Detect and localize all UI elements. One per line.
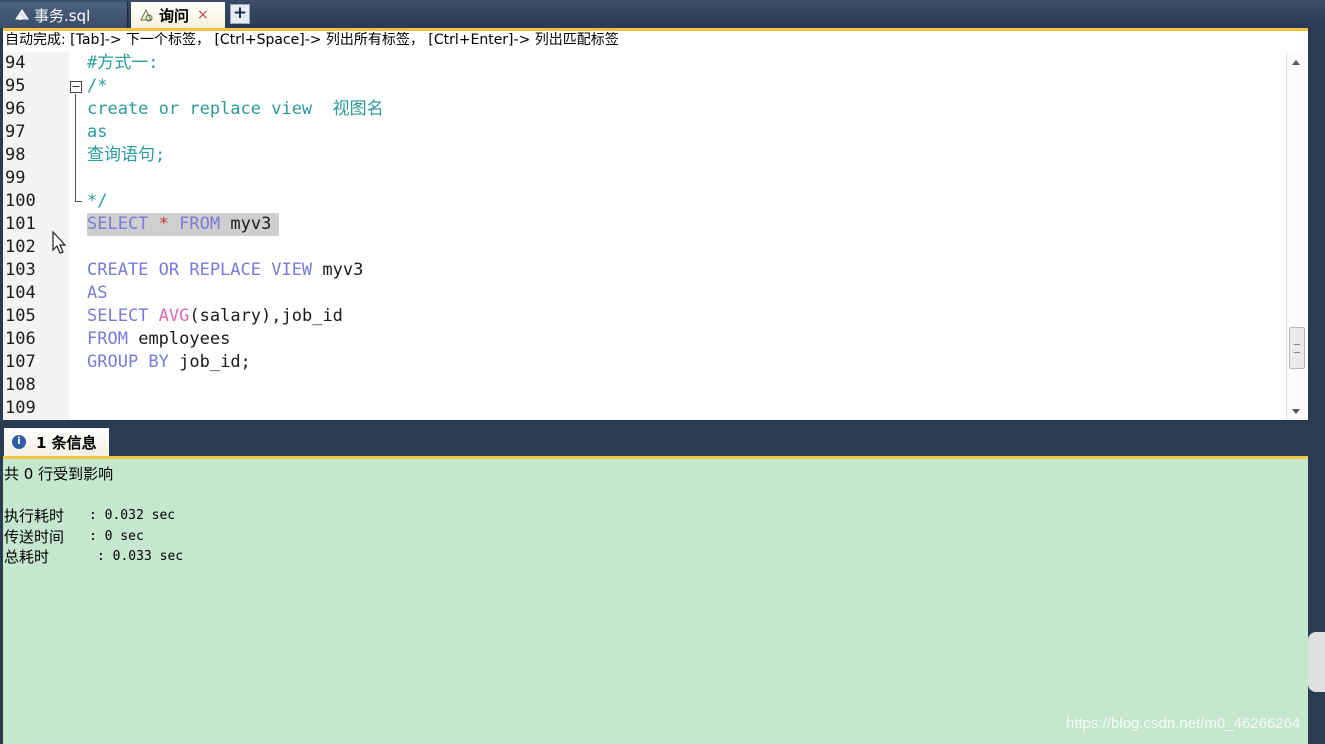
line-number: 98 — [5, 145, 26, 165]
line-number: 105 — [5, 306, 36, 326]
rows-affected-text: 共 0 行受到影响 — [4, 465, 114, 483]
code-line-95: /* — [87, 76, 108, 96]
line-number: 104 — [5, 283, 36, 303]
line-number: 94 — [5, 53, 26, 73]
query-editor[interactable]: 自动完成: [Tab]-> 下一个标签， [Ctrl+Space]-> 列出所有… — [3, 28, 1308, 420]
tab-label: 询问 — [159, 6, 190, 25]
line-number: 101 — [5, 214, 36, 234]
tab-label: 事务.sql — [34, 6, 91, 25]
stat-value: : 0 sec — [89, 529, 144, 544]
code-line-100: */ — [87, 191, 108, 211]
stat-value: : 0.032 sec — [89, 508, 176, 523]
line-number: 107 — [5, 352, 36, 372]
code-line-94: #方式一: — [87, 53, 159, 73]
info-icon: i — [12, 435, 26, 449]
mouse-cursor-icon — [52, 230, 67, 254]
stat-value: : 0.033 sec — [97, 549, 184, 564]
code-line-103: CREATE OR REPLACE VIEW myv3 — [87, 259, 363, 282]
line-number: 106 — [5, 329, 36, 349]
line-number: 95 — [5, 76, 26, 96]
stat-label: 总耗时 — [4, 548, 50, 566]
fold-guide-end — [75, 201, 82, 202]
sql-file-icon — [14, 7, 30, 23]
tab-label: 1 条信息 — [36, 433, 97, 452]
code-area[interactable]: #方式一: /* create or replace view 视图名 as 查… — [87, 52, 1287, 420]
results-message-panel[interactable]: 共 0 行受到影响 执行耗时 : 0.032 sec 传送时间 : 0 sec … — [3, 456, 1308, 744]
code-line-101-selected: SELECT * FROM myv3 — [87, 213, 280, 236]
query-icon — [139, 7, 155, 23]
line-number: 103 — [5, 260, 36, 280]
line-number: 96 — [5, 99, 26, 119]
watermark: https://blog.csdn.net/m0_46266264 — [1066, 715, 1301, 732]
keyword-token: AS — [87, 283, 108, 303]
add-tab-button[interactable]: + — [230, 4, 250, 24]
code-line-96: create or replace view 视图名 — [87, 99, 384, 119]
code-line-106: FROM employees — [87, 328, 230, 351]
close-tab-icon[interactable]: × — [197, 7, 209, 23]
editor-tab-bar: 事务.sql 询问 × + — [0, 0, 1325, 28]
tab-messages[interactable]: i 1 条信息 — [4, 428, 109, 456]
line-number: 102 — [5, 237, 36, 257]
identifier-token: myv3 — [230, 214, 272, 234]
side-panel-handle[interactable] — [1308, 632, 1325, 692]
fold-toggle-icon[interactable]: − — [70, 81, 82, 93]
keyword-token: SELECT — [87, 306, 149, 326]
stat-label: 执行耗时 — [4, 507, 65, 525]
identifier-token: employees — [138, 329, 231, 349]
stat-label: 传送时间 — [4, 528, 65, 546]
line-number: 108 — [5, 375, 36, 395]
code-line-105: SELECT AVG(salary),job_id — [87, 305, 343, 328]
keyword-token: FROM — [87, 329, 128, 349]
line-number: 99 — [5, 168, 26, 188]
code-line-104: AS — [87, 282, 107, 305]
fold-guide — [75, 94, 76, 201]
tab-query[interactable]: 询问 × — [131, 2, 225, 28]
keyword-token: GROUP BY — [87, 352, 169, 372]
identifier-token: (salary),job_id — [189, 306, 343, 326]
operator-token: * — [158, 214, 169, 234]
scroll-up-icon[interactable] — [1292, 60, 1300, 65]
identifier-token: myv3 — [322, 260, 364, 280]
line-number: 100 — [5, 191, 36, 211]
code-line-98: 查询语句; — [87, 145, 166, 165]
line-number: 109 — [5, 398, 36, 418]
code-line-107: GROUP BY job_id; — [87, 351, 251, 374]
code-line-97: as — [87, 122, 108, 142]
editor-vertical-scrollbar[interactable] — [1286, 52, 1306, 420]
keyword-token: SELECT — [87, 214, 149, 234]
tab-transaction-sql[interactable]: 事务.sql — [0, 2, 128, 28]
line-number: 97 — [5, 122, 26, 142]
keyword-token: FROM — [179, 214, 221, 234]
autocomplete-hint: 自动完成: [Tab]-> 下一个标签， [Ctrl+Space]-> 列出所有… — [3, 31, 1308, 49]
function-token: AVG — [158, 306, 190, 326]
scroll-down-icon[interactable] — [1292, 409, 1300, 414]
identifier-token: job_id; — [179, 352, 251, 372]
keyword-token: CREATE OR REPLACE VIEW — [87, 260, 313, 280]
results-tab-bar — [0, 420, 1325, 454]
scrollbar-thumb[interactable] — [1289, 327, 1305, 369]
